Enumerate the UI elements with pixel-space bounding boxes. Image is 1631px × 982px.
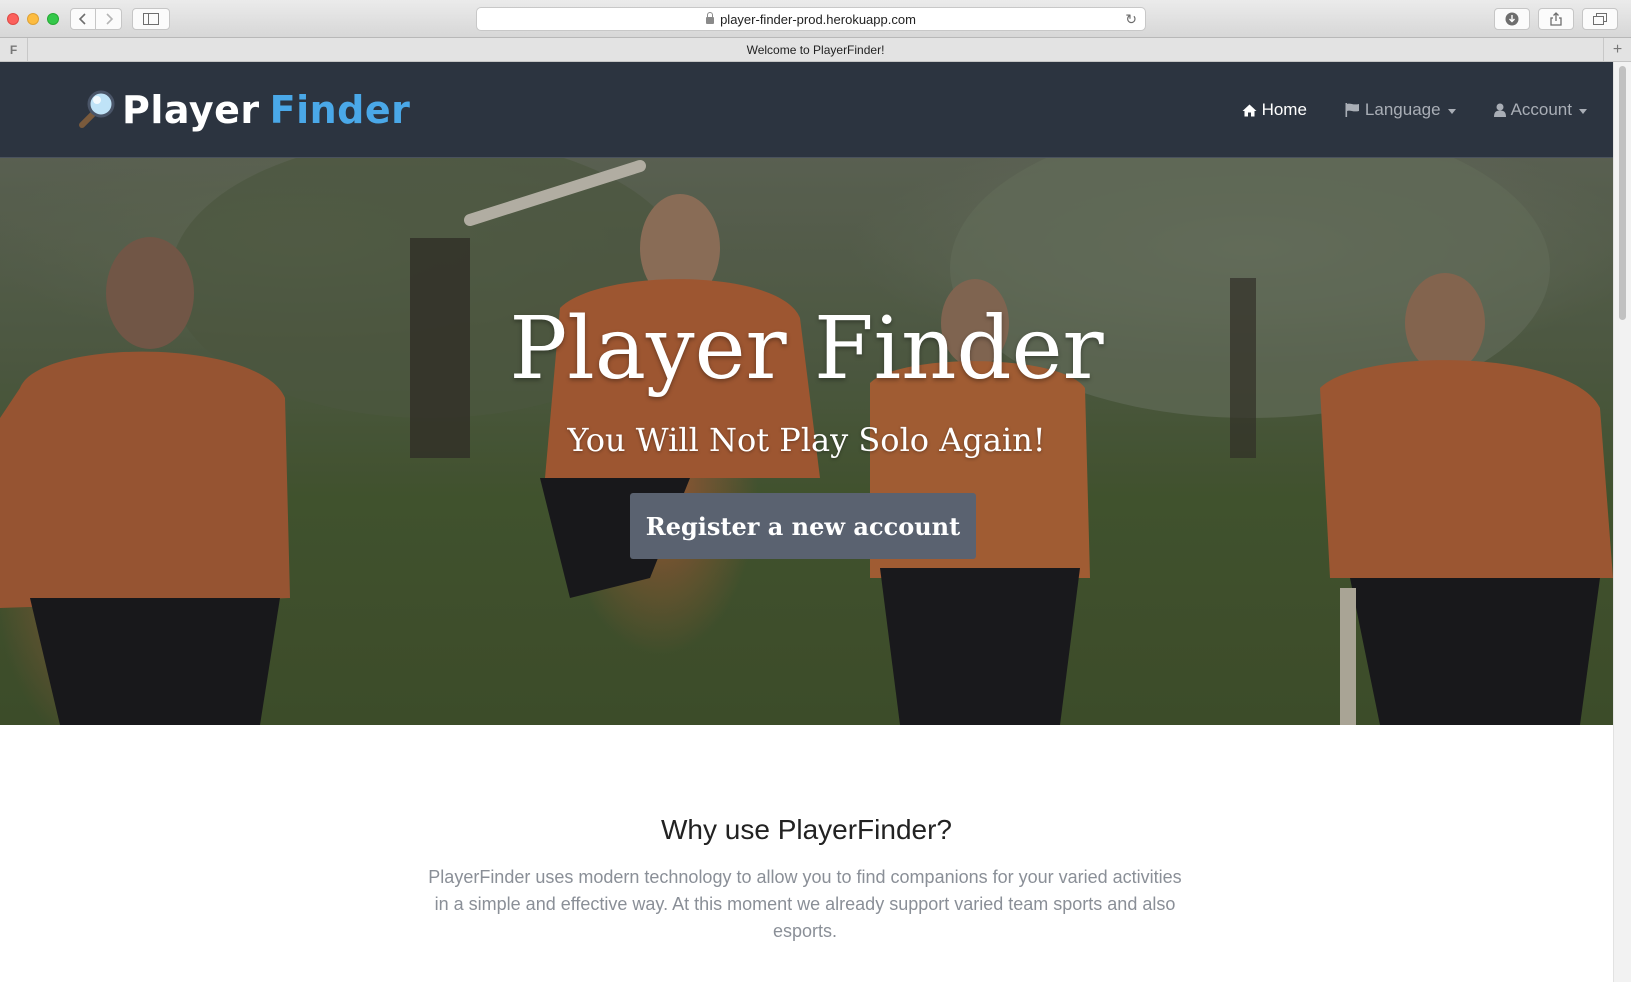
chevron-down-icon (1579, 108, 1587, 114)
nav-home[interactable]: Home (1242, 100, 1307, 120)
reload-icon[interactable]: ↻ (1125, 11, 1137, 28)
logo-player-text: Player (122, 88, 260, 132)
tabs-overview-button[interactable] (1582, 8, 1618, 30)
hero-content: Player Finder You Will Not Play Solo Aga… (0, 158, 1613, 725)
why-description: PlayerFinder uses modern technology to a… (428, 867, 1182, 941)
zoom-window-button[interactable] (47, 13, 59, 25)
sidebar-toggle-button[interactable] (132, 8, 170, 30)
chevron-left-icon (78, 13, 86, 25)
hero-subtitle: You Will Not Play Solo Again! (567, 421, 1046, 459)
url-text: player-finder-prod.herokuapp.com (720, 11, 916, 27)
share-button[interactable] (1538, 8, 1574, 30)
register-button[interactable]: Register a new account (630, 493, 976, 559)
logo-finder-text: Finder (269, 88, 411, 132)
why-heading: Why use PlayerFinder? (660, 814, 952, 845)
nav-language-label: Language (1364, 100, 1441, 119)
scrollbar-thumb[interactable] (1619, 66, 1626, 320)
chevron-right-icon (105, 13, 113, 25)
tab-bar: F Welcome to PlayerFinder! + (0, 38, 1631, 62)
address-bar[interactable]: player-finder-prod.herokuapp.com ↻ (476, 7, 1146, 31)
site-navbar: Player Finder Home Language Account (0, 62, 1613, 158)
flag-icon (1345, 103, 1360, 117)
nav-home-label: Home (1261, 100, 1307, 119)
tabs-icon (1593, 13, 1607, 25)
history-nav (70, 8, 122, 30)
download-icon (1505, 12, 1519, 26)
home-icon (1242, 104, 1257, 117)
page-scrollbar[interactable] (1613, 62, 1631, 982)
downloads-button[interactable] (1494, 8, 1530, 30)
magnifier-icon (79, 90, 115, 128)
chevron-down-icon (1447, 108, 1456, 114)
nav-links: Home Language Account (1204, 62, 1587, 158)
tab-title[interactable]: Welcome to PlayerFinder! (28, 38, 1603, 61)
new-tab-button[interactable]: + (1603, 38, 1631, 61)
share-icon (1550, 12, 1562, 26)
hero-title: Player Finder (509, 299, 1104, 399)
minimize-window-button[interactable] (27, 13, 39, 25)
hero-banner: Player Finder You Will Not Play Solo Aga… (0, 158, 1613, 725)
nav-account[interactable]: Account (1493, 100, 1587, 120)
nav-language[interactable]: Language (1345, 100, 1456, 120)
nav-account-label: Account (1510, 100, 1572, 119)
sidebar-icon (143, 13, 159, 25)
browser-toolbar: player-finder-prod.herokuapp.com ↻ (0, 0, 1631, 38)
favicon-icon[interactable]: F (0, 38, 28, 61)
lock-icon (706, 11, 715, 24)
site-logo[interactable]: Player Finder (74, 87, 410, 133)
forward-button[interactable] (96, 8, 122, 30)
close-window-button[interactable] (7, 13, 19, 25)
user-icon (1493, 103, 1506, 117)
back-button[interactable] (70, 8, 96, 30)
